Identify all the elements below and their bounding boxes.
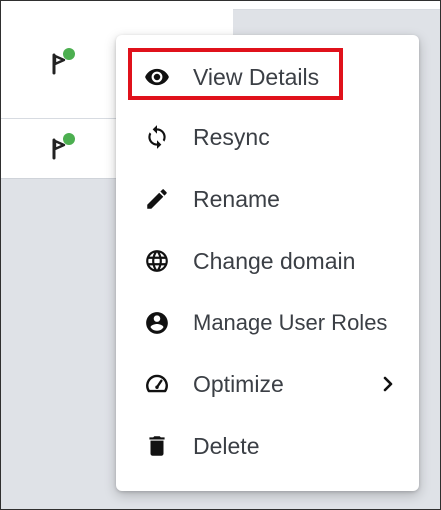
flag-icon	[52, 48, 75, 75]
screenshot-frame: View Details Resync Rename Change domain	[0, 0, 441, 510]
globe-icon	[144, 248, 170, 274]
speedometer-icon	[144, 371, 170, 397]
flag-icon	[52, 133, 75, 160]
menu-item-delete[interactable]: Delete	[116, 417, 419, 475]
menu-item-manage-user-roles[interactable]: Manage User Roles	[116, 294, 419, 352]
context-menu: View Details Resync Rename Change domain	[116, 35, 419, 491]
menu-item-label: Rename	[193, 185, 280, 212]
menu-item-label: Optimize	[193, 370, 284, 397]
menu-item-label: Delete	[193, 432, 260, 459]
menu-item-label: Change domain	[193, 247, 356, 274]
highlight-box	[128, 48, 343, 100]
chevron-right-icon	[383, 376, 393, 392]
status-dot-icon	[63, 133, 75, 145]
menu-item-change-domain[interactable]: Change domain	[116, 232, 419, 290]
account-circle-icon	[144, 310, 170, 336]
trash-icon	[144, 433, 170, 459]
menu-item-optimize[interactable]: Optimize	[116, 355, 419, 413]
sync-icon	[144, 124, 170, 150]
top-strip	[233, 1, 440, 10]
pencil-icon	[144, 186, 170, 212]
menu-item-rename[interactable]: Rename	[116, 170, 419, 228]
menu-item-label: Resync	[193, 123, 270, 150]
status-dot-icon	[63, 48, 75, 60]
menu-item-resync[interactable]: Resync	[116, 108, 419, 166]
menu-item-label: Manage User Roles	[193, 310, 388, 335]
